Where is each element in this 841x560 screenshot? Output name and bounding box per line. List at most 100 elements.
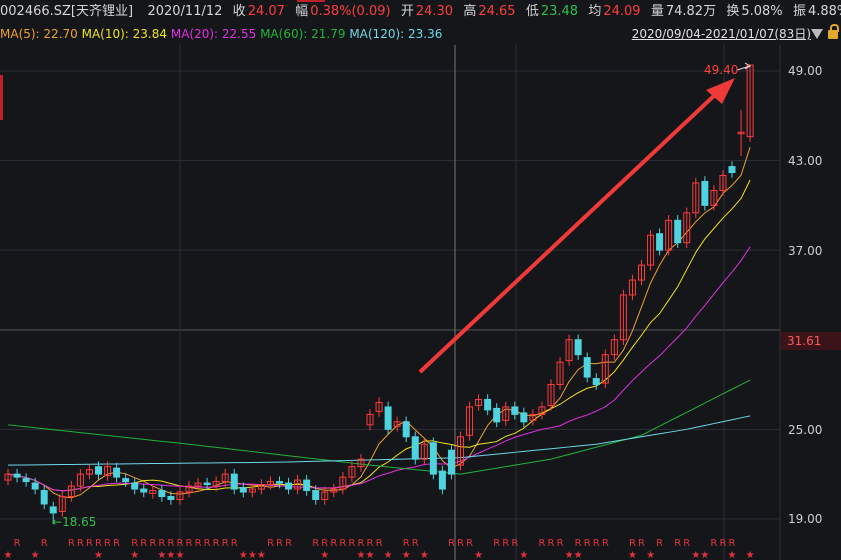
signal-r: R [339, 538, 346, 549]
signal-r: R [158, 538, 165, 549]
axis-tick: 19.00 [788, 512, 823, 526]
axis-tick: 49.00 [788, 64, 823, 78]
candle-down [583, 357, 591, 378]
candle-down [429, 442, 437, 475]
signal-r: R [86, 538, 93, 549]
signal-star: ★ [474, 550, 483, 560]
candle-down [13, 473, 21, 478]
signal-r: R [68, 538, 75, 549]
signal-r: R [656, 538, 663, 549]
candle-down [411, 436, 419, 460]
signal-star: ★ [746, 550, 755, 560]
current-price-label: 31.61 [781, 332, 841, 350]
signal-star: ★ [4, 550, 13, 560]
signal-r: R [14, 538, 21, 549]
candle-down [95, 466, 102, 475]
signal-r: R [575, 538, 582, 549]
signal-star: ★ [257, 550, 266, 560]
signal-r: R [538, 538, 545, 549]
signal-r: R [330, 538, 337, 549]
signal-r: R [231, 538, 238, 549]
signal-r: R [367, 538, 374, 549]
signal-r: R [674, 538, 681, 549]
signal-r: R [403, 538, 410, 549]
candlestick-chart[interactable]: RRRRRRRRRRRRRRRRRRRRRRRRRRRRRRRRRRRRRRRR… [0, 0, 841, 560]
signal-star: ★ [94, 550, 103, 560]
side-marker [0, 75, 3, 120]
signal-r: R [95, 538, 102, 549]
signal-star: ★ [166, 550, 175, 560]
signal-r: R [321, 538, 328, 549]
signal-r: R [710, 538, 717, 549]
signal-r: R [77, 538, 84, 549]
signal-r: R [167, 538, 174, 549]
signal-r: R [195, 538, 202, 549]
signal-r: R [548, 538, 555, 549]
candle-down [484, 398, 492, 411]
signal-star: ★ [565, 550, 574, 560]
signal-r: R [186, 538, 193, 549]
ma120-line [7, 415, 751, 466]
candle-down [140, 488, 148, 493]
signal-r: R [466, 538, 473, 549]
signal-r: R [312, 538, 319, 549]
signal-r: R [719, 538, 726, 549]
candle-down [167, 496, 175, 500]
signal-star: ★ [402, 550, 411, 560]
signal-star: ★ [239, 550, 248, 560]
signal-r: R [729, 538, 736, 549]
ma20-line [7, 246, 751, 492]
candle-down [122, 478, 130, 483]
candle-down [384, 406, 392, 430]
signal-star: ★ [700, 550, 709, 560]
signal-star: ★ [175, 550, 184, 560]
signal-r: R [584, 538, 591, 549]
candle-down [113, 467, 121, 478]
candle-down [447, 449, 455, 475]
signal-star: ★ [157, 550, 166, 560]
signal-r: R [285, 538, 292, 549]
candle-down [674, 219, 682, 244]
signal-r: R [204, 538, 211, 549]
signal-r: R [457, 538, 464, 549]
signal-r: R [276, 538, 283, 549]
min-price-value: 18.65 [62, 515, 97, 529]
signal-r: R [41, 538, 48, 549]
signal-star: ★ [31, 550, 40, 560]
signal-star: ★ [574, 550, 583, 560]
signal-star: ★ [356, 550, 365, 560]
signal-r: R [140, 538, 147, 549]
candle-down [239, 487, 247, 493]
signal-star: ★ [130, 550, 139, 560]
ma5-line [7, 146, 751, 499]
signal-r: R [357, 538, 364, 549]
axis-tick: 43.00 [788, 154, 823, 168]
candle-down [312, 490, 320, 500]
signal-r: R [629, 538, 636, 549]
signal-r: R [557, 538, 564, 549]
signal-r: R [149, 538, 156, 549]
signal-star: ★ [420, 550, 429, 560]
signal-r: R [376, 538, 383, 549]
signal-star: ★ [646, 550, 655, 560]
candle-down [49, 506, 57, 514]
signal-r: R [131, 538, 138, 549]
candle-down [131, 482, 139, 490]
min-price-annotation: ←18.65 [52, 515, 97, 529]
candle-down [511, 406, 519, 415]
axis-tick: 25.00 [788, 423, 823, 437]
candle-down [285, 482, 293, 490]
signal-r: R [176, 538, 183, 549]
signal-r: R [222, 538, 229, 549]
candle-down [592, 378, 600, 386]
signal-star: ★ [366, 550, 375, 560]
candle-down [31, 482, 39, 490]
signal-r: R [113, 538, 120, 549]
signal-star: ★ [628, 550, 637, 560]
candle-down [520, 412, 528, 423]
signal-r: R [511, 538, 518, 549]
candle-down [158, 490, 166, 498]
candle-down [701, 180, 709, 206]
signal-r: R [502, 538, 509, 549]
signal-r: R [448, 538, 455, 549]
